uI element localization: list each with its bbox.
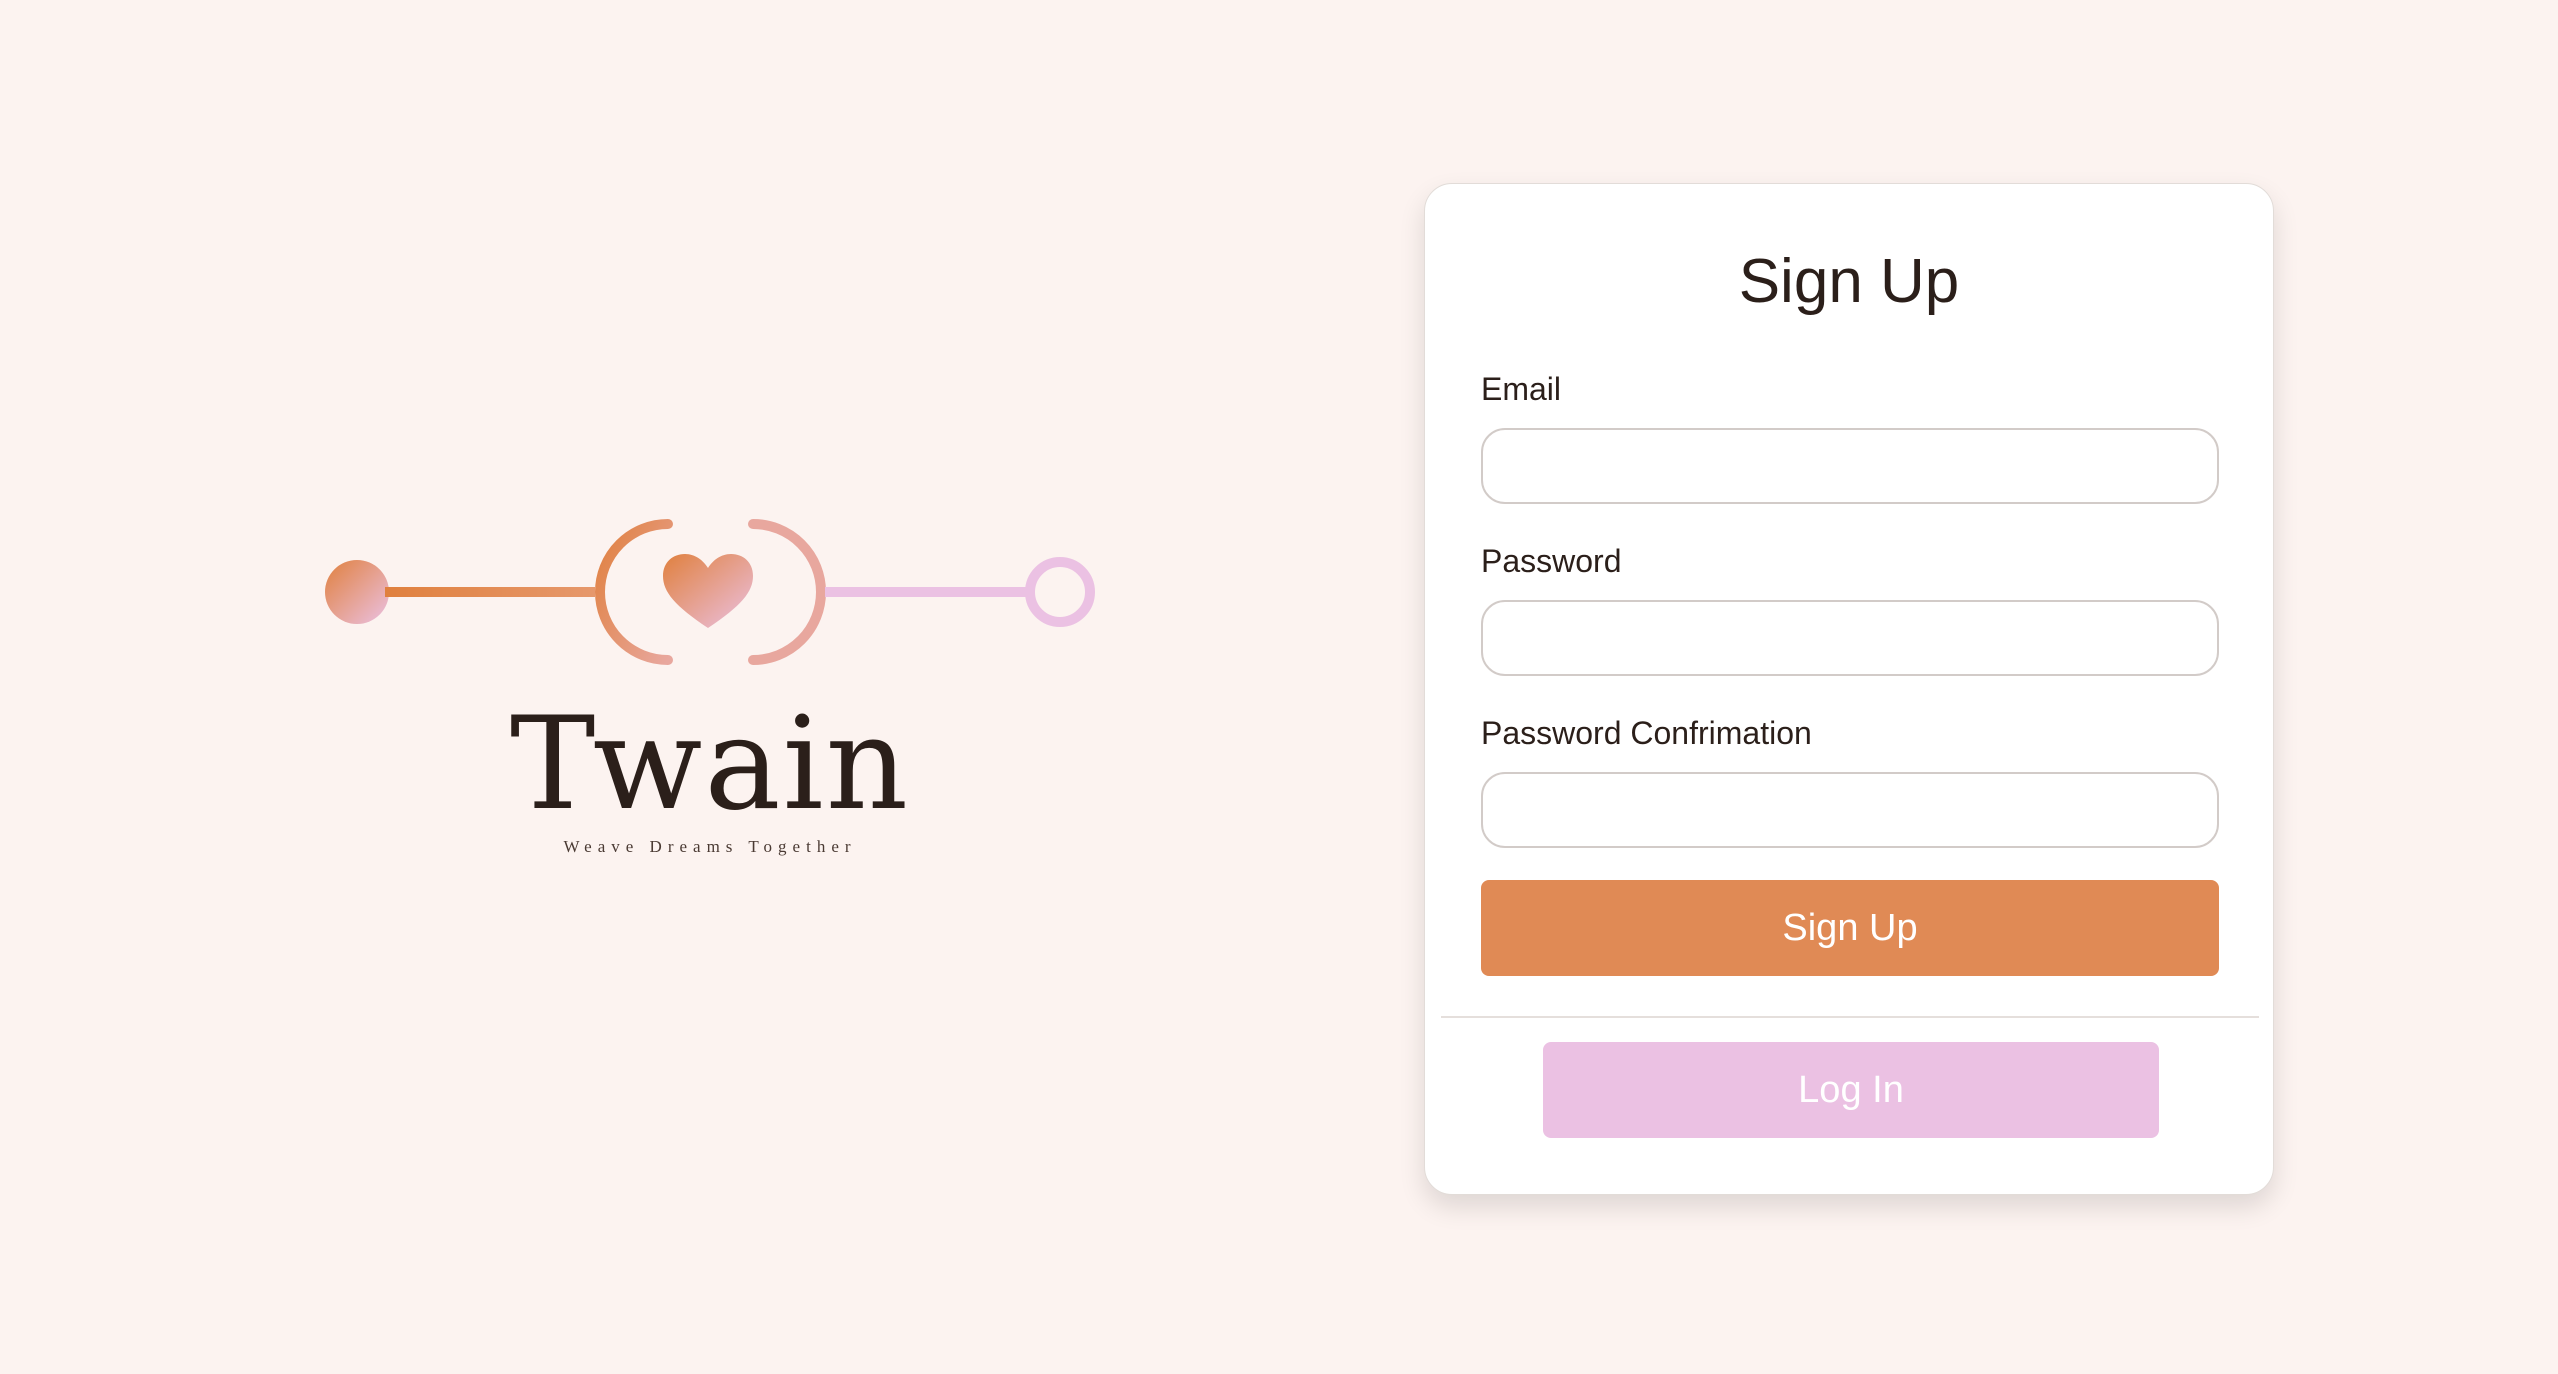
email-field[interactable] <box>1481 428 2219 504</box>
password-label: Password <box>1481 543 1622 579</box>
page-title: Sign Up <box>1738 247 1960 316</box>
twain-logo-icon <box>325 519 1095 665</box>
brand-logo: Twain Weave Dreams Together <box>315 510 1105 870</box>
signup-card: Sign Up Email Password Password Confrima… <box>1424 183 2274 1195</box>
log-in-button[interactable]: Log In <box>1543 1042 2159 1138</box>
password-confirmation-label: Password Confrimation <box>1481 715 1812 751</box>
brand-name: Twain <box>509 690 911 839</box>
sign-up-button[interactable]: Sign Up <box>1481 880 2219 976</box>
divider <box>1441 1016 2259 1018</box>
brand-tagline: Weave Dreams Together <box>563 837 857 856</box>
password-confirmation-field[interactable] <box>1481 772 2219 848</box>
email-label: Email <box>1481 371 1562 407</box>
password-field[interactable] <box>1481 600 2219 676</box>
